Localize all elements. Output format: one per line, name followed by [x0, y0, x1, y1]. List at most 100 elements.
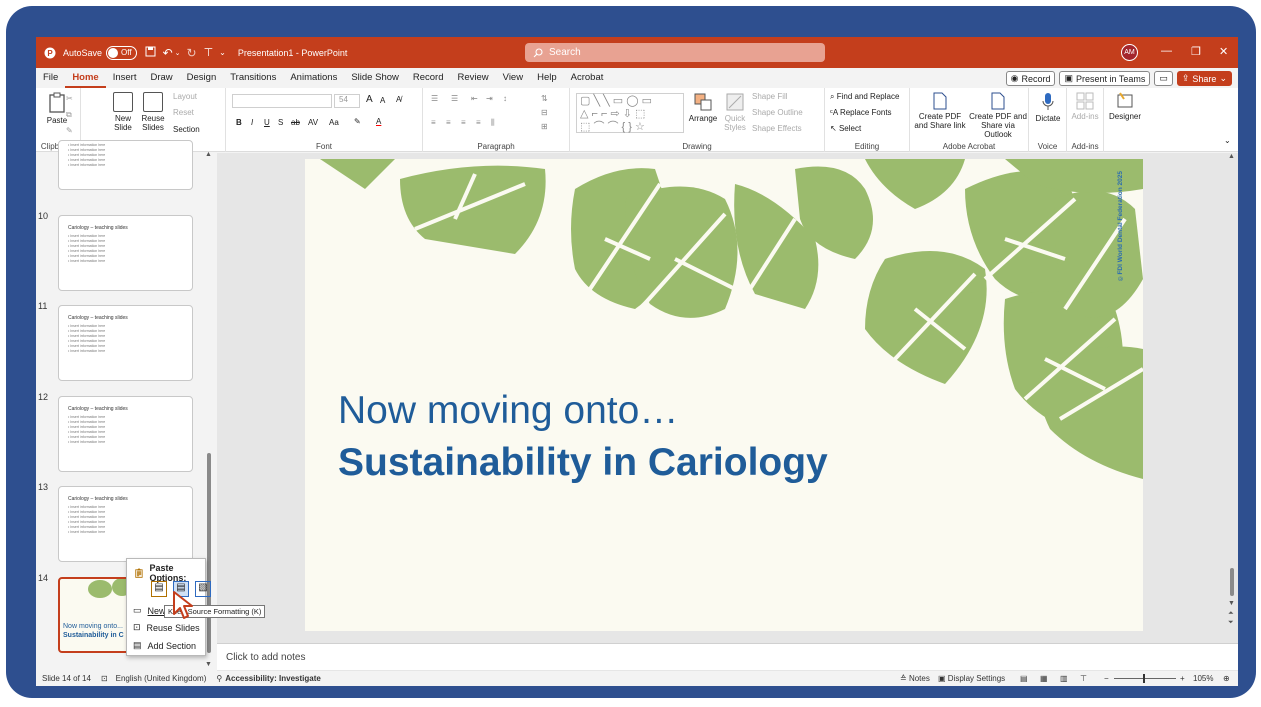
paste-button[interactable]: Paste: [46, 92, 68, 125]
add-section-menu-item[interactable]: ▤ Add Section: [133, 640, 196, 651]
cut-icon[interactable]: ✂: [66, 94, 73, 103]
tab-transitions[interactable]: Transitions: [223, 68, 283, 88]
font-color-icon[interactable]: A: [376, 117, 381, 126]
maximize-icon[interactable]: ❐: [1191, 45, 1201, 58]
slide-thumbnail[interactable]: Cariology – teaching slides • Insert info…: [58, 305, 193, 381]
avatar[interactable]: AM: [1121, 44, 1138, 61]
collapse-ribbon-icon[interactable]: ⌄: [1224, 136, 1231, 145]
zoom-slider[interactable]: [1114, 678, 1176, 679]
align-text-icon[interactable]: ⊟: [541, 108, 548, 117]
close-icon[interactable]: ✕: [1219, 45, 1228, 58]
font-size-field[interactable]: 54: [334, 94, 360, 108]
tab-insert[interactable]: Insert: [106, 68, 144, 88]
create-pdf-button[interactable]: Create PDF and Share link: [912, 92, 968, 130]
strikethrough-button[interactable]: S: [278, 118, 283, 127]
tab-record[interactable]: Record: [406, 68, 451, 88]
tab-draw[interactable]: Draw: [143, 68, 179, 88]
tab-review[interactable]: Review: [451, 68, 496, 88]
numbering-icon[interactable]: ☰: [451, 94, 458, 103]
undo-dropdown-icon[interactable]: ⌄: [175, 49, 181, 57]
arrange-button[interactable]: Arrange: [688, 92, 718, 123]
change-case-button[interactable]: Aa: [329, 118, 339, 127]
select-button[interactable]: ↖ Select: [830, 124, 861, 133]
replace-fonts-button[interactable]: ᶜA Replace Fonts: [830, 108, 892, 117]
display-settings-button[interactable]: ▣ Display Settings: [938, 674, 1005, 683]
shapes-gallery[interactable]: ▢ ╲ ╲ ▭ ◯ ▭ △ ⌐ ⌐ ⇨ ⇩ ⬚ ⬚ ⌒ ⌒ { } ☆: [576, 93, 684, 133]
scroll-thumb[interactable]: [207, 453, 211, 653]
tab-help[interactable]: Help: [530, 68, 564, 88]
increase-indent-icon[interactable]: ⇥: [486, 94, 493, 103]
text-shadow-button[interactable]: ab: [291, 118, 300, 127]
normal-view-icon[interactable]: ▤: [1020, 674, 1028, 683]
tab-view[interactable]: View: [496, 68, 530, 88]
bold-button[interactable]: B: [236, 118, 242, 127]
shape-outline-button[interactable]: Shape Outline: [752, 108, 803, 117]
accessibility-status[interactable]: Accessibility: Investigate: [225, 674, 321, 683]
line-spacing-icon[interactable]: ↕: [503, 94, 507, 103]
minimize-icon[interactable]: —: [1161, 45, 1172, 57]
designer-button[interactable]: Designer: [1107, 92, 1143, 121]
create-pdf-outlook-button[interactable]: Create PDF and Share via Outlook: [968, 92, 1028, 139]
next-slide-icon[interactable]: ⏷: [1228, 619, 1234, 627]
previous-slide-icon[interactable]: ⏶: [1228, 610, 1234, 618]
slide-thumbnail[interactable]: Cariology – teaching slides • Insert info…: [58, 215, 193, 291]
font-name-field[interactable]: [232, 94, 332, 108]
slide-title-line2[interactable]: Sustainability in Cariology: [338, 441, 828, 485]
scroll-down-icon[interactable]: ▼: [1228, 600, 1235, 607]
tab-animations[interactable]: Animations: [283, 68, 344, 88]
text-direction-icon[interactable]: ⇅: [541, 94, 548, 103]
current-slide[interactable]: ©FDI World Dental Federation 2025 Now mo…: [305, 159, 1143, 631]
record-button[interactable]: ◉ Record: [1005, 71, 1056, 86]
undo-icon[interactable]: ↶: [163, 46, 173, 60]
layout-button[interactable]: Layout: [173, 92, 197, 101]
paste-use-destination-theme-icon[interactable]: ▤: [151, 581, 167, 597]
zoom-slider-thumb[interactable]: [1143, 674, 1145, 683]
zoom-out-icon[interactable]: −: [1104, 674, 1109, 683]
reuse-slides-button[interactable]: Reuse Slides: [139, 92, 167, 132]
slide-sorter-icon[interactable]: ▦: [1040, 674, 1048, 683]
scroll-thumb[interactable]: [1230, 568, 1234, 596]
notes-button[interactable]: ≙ Notes: [900, 674, 930, 683]
grow-font-button[interactable]: A: [366, 95, 373, 105]
slide-thumbnail[interactable]: • Insert information here • Insert infor…: [58, 140, 193, 190]
tab-design[interactable]: Design: [180, 68, 224, 88]
underline-button[interactable]: U: [264, 118, 270, 127]
align-center-icon[interactable]: ≡: [446, 118, 451, 127]
clear-formatting-icon[interactable]: A̸: [396, 95, 401, 104]
zoom-level[interactable]: 105%: [1193, 674, 1213, 683]
decrease-indent-icon[interactable]: ⇤: [471, 94, 478, 103]
customize-toolbar-icon[interactable]: ⌄: [219, 48, 226, 57]
columns-icon[interactable]: ⫼: [491, 118, 495, 127]
share-button[interactable]: ⇪ Share ⌄: [1176, 71, 1232, 86]
tab-slide-show[interactable]: Slide Show: [344, 68, 406, 88]
zoom-in-icon[interactable]: +: [1180, 674, 1185, 683]
search-box[interactable]: Search: [525, 43, 825, 62]
new-slide-button[interactable]: New Slide: [109, 92, 137, 132]
scroll-up-icon[interactable]: ▲: [1228, 153, 1235, 160]
autosave-toggle[interactable]: Off: [106, 45, 137, 60]
quick-styles-button[interactable]: Quick Styles: [720, 92, 750, 132]
present-from-beginning-icon[interactable]: ⊤: [204, 46, 214, 59]
character-spacing-button[interactable]: AV: [308, 118, 318, 127]
slide-thumbnail[interactable]: Cariology – teaching slides • Insert info…: [58, 486, 193, 562]
highlight-icon[interactable]: ✎: [354, 117, 361, 126]
italic-button[interactable]: I: [251, 118, 253, 127]
section-button[interactable]: Section: [173, 125, 200, 134]
scroll-up-icon[interactable]: ▲: [205, 151, 212, 158]
save-icon[interactable]: [145, 46, 156, 59]
present-in-teams-button[interactable]: ▣ Present in Teams: [1059, 71, 1151, 86]
spellcheck-icon[interactable]: ⊡: [101, 674, 108, 683]
smartart-icon[interactable]: ⊞: [541, 122, 548, 131]
shape-fill-button[interactable]: Shape Fill: [752, 92, 788, 101]
notes-pane[interactable]: Click to add notes: [217, 643, 1238, 670]
paste-picture-icon[interactable]: ▧: [195, 581, 211, 597]
align-left-icon[interactable]: ≡: [431, 118, 436, 127]
reset-button[interactable]: Reset: [173, 108, 194, 117]
slide-title-line1[interactable]: Now moving onto…: [338, 389, 678, 433]
comments-button[interactable]: ▭: [1154, 71, 1173, 86]
tab-acrobat[interactable]: Acrobat: [564, 68, 611, 88]
language[interactable]: English (United Kingdom): [116, 674, 207, 683]
slide-thumbnail[interactable]: Cariology – teaching slides • Insert info…: [58, 396, 193, 472]
copy-icon[interactable]: ⧉: [66, 110, 72, 119]
dictate-button[interactable]: Dictate: [1033, 92, 1063, 123]
